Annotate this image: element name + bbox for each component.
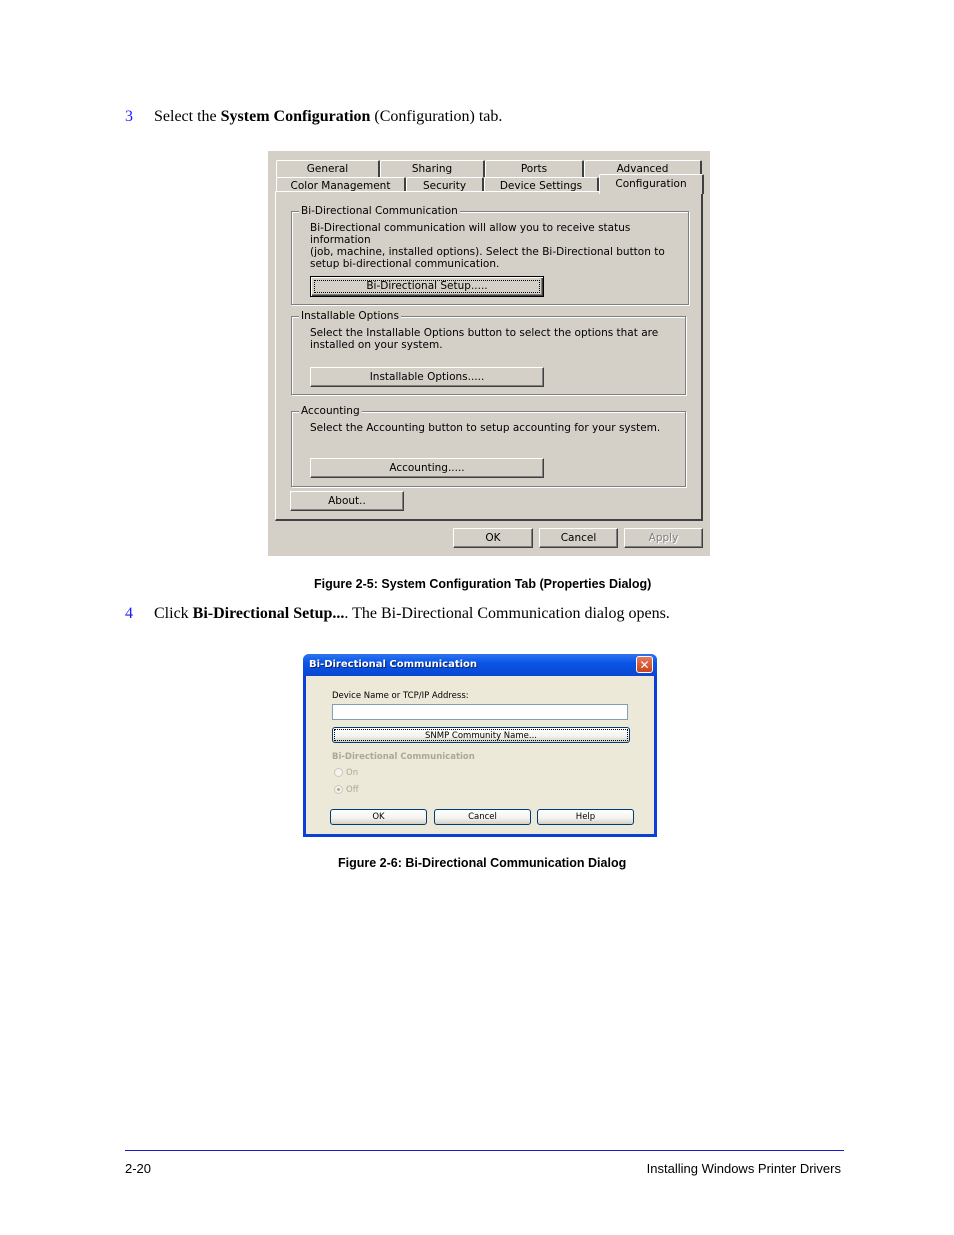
ok-button[interactable]: OK — [330, 809, 427, 825]
installable-options-description: Select the Installable Options button to… — [310, 327, 659, 351]
installable-options-group-title: Installable Options — [299, 310, 401, 322]
configuration-panel: Bi-Directional Communication Bi-Directio… — [275, 191, 703, 521]
bidi-group: Bi-Directional Communication Bi-Directio… — [291, 205, 689, 305]
radio-off-label: Off — [346, 785, 359, 795]
bidi-description: Bi-Directional communication will allow … — [310, 222, 665, 270]
accounting-button[interactable]: Accounting..... — [310, 458, 544, 478]
radio-on-label: On — [346, 768, 359, 778]
figure-2-5-caption: Figure 2-5: System Configuration Tab (Pr… — [314, 577, 652, 591]
installable-options-button[interactable]: Installable Options..... — [310, 367, 544, 387]
dialog-title-bar[interactable]: Bi-Directional Communication ✕ — [303, 654, 657, 676]
step-number: 3 — [125, 108, 133, 125]
bold-term: Bi-Directional Setup... — [192, 605, 345, 622]
bidi-setup-button[interactable]: Bi-Directional Setup..... — [310, 276, 544, 297]
dialog-title: Bi-Directional Communication — [309, 659, 478, 670]
footer-divider — [125, 1150, 844, 1151]
apply-button[interactable]: Apply — [624, 528, 703, 548]
figure-2-6-caption: Figure 2-6: Bi-Directional Communication… — [338, 856, 627, 870]
page-number: 2-20 — [125, 1161, 152, 1176]
properties-dialog: General Sharing Ports Advanced Color Man… — [268, 151, 710, 556]
about-button[interactable]: About.. — [290, 491, 404, 511]
device-name-label: Device Name or TCP/IP Address: — [332, 691, 469, 701]
installable-options-group: Installable Options Select the Installab… — [291, 310, 686, 395]
step-4-instruction: 4 Click Bi-Directional Setup.... The Bi-D… — [125, 605, 670, 622]
step-3-instruction: 3 Select the System Configuration (Config… — [125, 108, 503, 125]
bold-term: System Configuration — [220, 108, 371, 125]
cancel-button[interactable]: Cancel — [434, 809, 531, 825]
step-number: 4 — [125, 605, 133, 622]
radio-on[interactable] — [334, 768, 343, 777]
accounting-group: Accounting Select the Accounting button … — [291, 405, 686, 487]
device-name-input[interactable] — [332, 704, 628, 720]
dialog-body: Device Name or TCP/IP Address: SNMP Comm… — [306, 676, 654, 834]
close-icon[interactable]: ✕ — [636, 656, 653, 673]
snmp-community-name-button[interactable]: SNMP Community Name... — [332, 727, 630, 743]
tab-sharing[interactable]: Sharing — [380, 160, 485, 177]
section-title: Installing Windows Printer Drivers — [646, 1161, 841, 1176]
bidi-communication-dialog: Bi-Directional Communication ✕ Device Na… — [303, 654, 657, 837]
help-button[interactable]: Help — [537, 809, 634, 825]
bidi-section-label: Bi-Directional Communication — [332, 752, 475, 762]
accounting-group-title: Accounting — [299, 405, 362, 417]
tab-ports[interactable]: Ports — [485, 160, 584, 177]
tab-general[interactable]: General — [276, 160, 380, 177]
bidi-group-title: Bi-Directional Communication — [299, 205, 460, 217]
accounting-description: Select the Accounting button to setup ac… — [310, 422, 661, 434]
tab-configuration[interactable]: Configuration — [599, 174, 704, 194]
cancel-button[interactable]: Cancel — [539, 528, 618, 548]
ok-button[interactable]: OK — [453, 528, 533, 548]
radio-off[interactable] — [334, 785, 343, 794]
